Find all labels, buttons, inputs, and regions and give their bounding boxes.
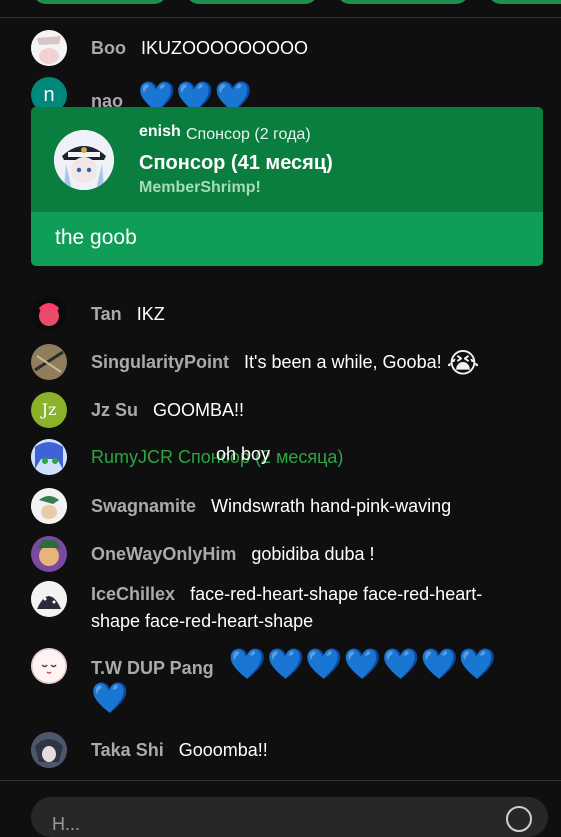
message-text-continued: shape face-red-heart-shape xyxy=(91,611,314,631)
hand-waving-icon: hand-pink-waving xyxy=(310,496,452,516)
avatar[interactable] xyxy=(31,732,67,768)
crying-face-icon: 😭 xyxy=(446,347,480,379)
chat-input-field[interactable] xyxy=(31,797,548,837)
member-name[interactable]: enish xyxy=(139,123,181,141)
avatar[interactable] xyxy=(31,581,67,617)
avatar[interactable]: Jz xyxy=(31,392,67,428)
emoji-picker-icon[interactable] xyxy=(506,806,532,832)
message-text: oh boy xyxy=(216,444,271,464)
author-name[interactable]: Swagnamite xyxy=(91,496,196,516)
message-text: IKUZOOOOOOOOO xyxy=(141,38,309,58)
heart-emoji-icon: 💙 xyxy=(91,682,130,715)
avatar[interactable] xyxy=(31,648,67,684)
avatar-letter: Jz xyxy=(41,400,57,419)
author-name[interactable]: T.W DUP Pang xyxy=(91,658,214,678)
member-message: the goob xyxy=(55,226,137,249)
avatar-image-icon xyxy=(31,344,67,380)
avatar-image-icon xyxy=(31,732,67,768)
chip-4[interactable] xyxy=(488,0,561,4)
avatar[interactable] xyxy=(31,296,67,332)
avatar-image-icon xyxy=(31,581,67,617)
chip-2[interactable] xyxy=(186,0,318,4)
chat-input-text: H... xyxy=(52,814,81,834)
avatar[interactable] xyxy=(31,439,67,475)
avatar-image-icon xyxy=(31,439,67,475)
member-milestone-title: Спонсор (41 месяц) xyxy=(139,152,333,174)
chip-3[interactable] xyxy=(337,0,469,4)
author-name[interactable]: Boo xyxy=(91,38,126,58)
member-duration: Спонсор (2 года) xyxy=(186,126,311,143)
message-text: GOOMBA!! xyxy=(153,400,245,420)
message-text: IKZ xyxy=(136,304,165,324)
avatar-image-icon xyxy=(31,296,67,332)
chat-message: Swagnamite Windswrath hand-pink-waving xyxy=(31,488,531,524)
avatar-image-icon xyxy=(54,130,114,190)
top-chip-strip xyxy=(0,0,561,18)
author-name[interactable]: Jz Su xyxy=(91,400,138,420)
chip-1[interactable] xyxy=(33,0,167,4)
author-name[interactable]: Tan xyxy=(91,304,122,324)
author-name[interactable]: IceChillex xyxy=(91,584,175,604)
avatar-image-icon xyxy=(31,536,67,572)
author-name[interactable]: OneWayOnlyHim xyxy=(91,544,236,564)
chat-message: Taka Shi Gooomba!! xyxy=(31,732,531,768)
avatar[interactable] xyxy=(31,344,67,380)
chat-input-bar xyxy=(0,780,561,837)
chat-message: IceChillex face-red-heart-shape face-red… xyxy=(31,581,531,635)
avatar[interactable] xyxy=(54,130,114,190)
message-text: It's been a while, Gooba! xyxy=(244,352,442,372)
message-text: Gooomba!! xyxy=(178,740,268,760)
avatar[interactable] xyxy=(31,488,67,524)
message-text: face-red-heart-shape face-red-heart- xyxy=(190,584,483,604)
author-name[interactable]: Taka Shi xyxy=(91,740,164,760)
membership-card-header: enish Спонсор (2 года) Спонсор (41 месяц… xyxy=(31,107,543,212)
avatar-image-icon xyxy=(31,648,67,684)
avatar-image-icon xyxy=(31,488,67,524)
chat-message: RumyJCR Спонсор (2 месяца) oh boy xyxy=(31,439,531,475)
chat-message: Jz Jz Su GOOMBA!! xyxy=(31,392,531,428)
heart-emoji-icon: 💙💙💙💙💙💙💙 xyxy=(228,648,498,681)
message-text: Windswrath xyxy=(211,496,306,516)
avatar[interactable] xyxy=(31,30,67,66)
author-name[interactable]: SingularityPoint xyxy=(91,352,229,372)
chat-message: OneWayOnlyHim gobidiba duba ! xyxy=(31,536,531,572)
avatar[interactable] xyxy=(31,536,67,572)
member-level-name: MemberShrimp! xyxy=(139,179,261,196)
author-name[interactable]: RumyJCR xyxy=(91,447,173,467)
chat-message: Tan IKZ xyxy=(31,296,531,332)
chat-message: Boo IKUZOOOOOOOOO xyxy=(31,30,531,66)
avatar-image-icon xyxy=(31,30,67,66)
chat-message: SingularityPoint It's been a while, Goob… xyxy=(31,344,531,380)
message-text: gobidiba duba ! xyxy=(251,544,375,564)
chat-message: T.W DUP Pang 💙💙💙💙💙💙💙 💙 xyxy=(31,648,531,716)
membership-milestone-card: enish Спонсор (2 года) Спонсор (41 месяц… xyxy=(31,107,543,266)
